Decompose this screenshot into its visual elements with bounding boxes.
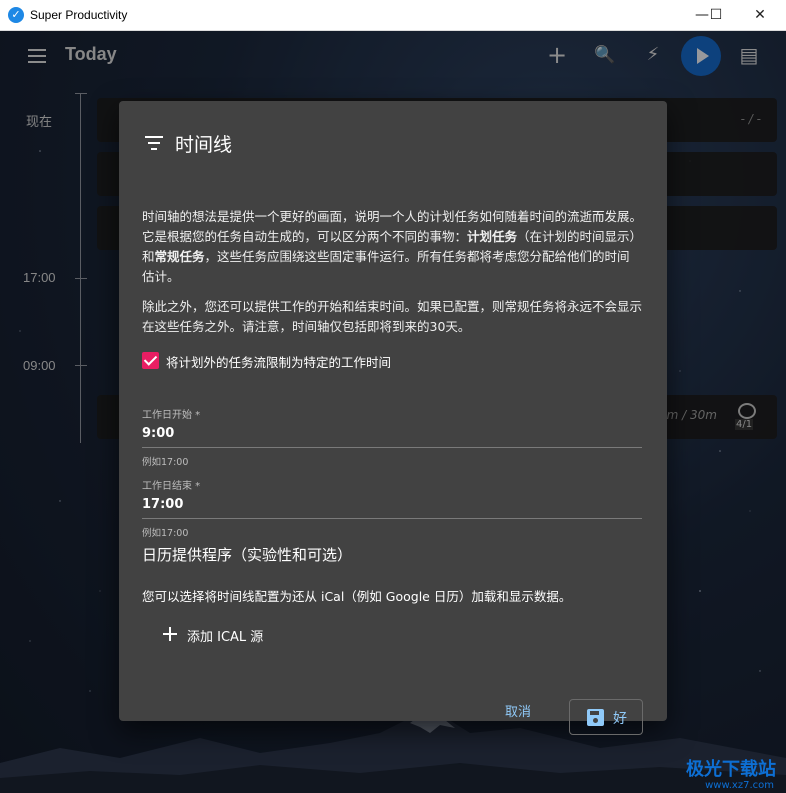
- filter-icon: [145, 136, 163, 150]
- save-icon: [587, 709, 604, 726]
- save-label: 好: [613, 711, 627, 727]
- work-start-input[interactable]: 9:00: [142, 426, 642, 441]
- description-bold: 计划任务: [467, 229, 518, 244]
- dialog-description-2: 除此之外，您还可以提供工作的开始和结束时间。如果已配置，则常规任务将永远不会显示…: [142, 299, 643, 334]
- dialog-description: 时间轴的想法是提供一个更好的画面，说明一个人的计划任务如何随着时间的流逝而发展。…: [142, 207, 642, 287]
- window-title: Super Productivity: [30, 8, 128, 22]
- input-underline: [142, 518, 642, 519]
- work-start-label: 工作日开始 *: [142, 410, 201, 421]
- cancel-button[interactable]: 取消: [505, 701, 531, 720]
- limit-work-hours-checkbox[interactable]: [142, 352, 159, 369]
- app-area: Today + 🔍 ⚡ ▤ 现在 17:00 09:00 - / - m / 3…: [0, 31, 786, 793]
- plus-icon: [163, 627, 177, 641]
- calendar-section-title: 日历提供程序（实验性和可选）: [142, 546, 353, 564]
- work-end-input[interactable]: 17:00: [142, 497, 642, 512]
- dialog-title: 时间线: [175, 134, 233, 156]
- maximize-button[interactable]: ☐: [696, 0, 736, 31]
- save-button[interactable]: 好: [569, 699, 643, 735]
- watermark-logo: 极光下载站: [686, 759, 776, 780]
- description-text: ，这些任务应围绕这些固定事件运行。所有任务都将考虑您分配给他们的时间估计。: [142, 249, 630, 284]
- add-ical-label: 添加 ICAL 源: [187, 630, 264, 645]
- window-titlebar: ✓ Super Productivity — ☐ ✕: [0, 0, 786, 31]
- watermark-url: www.xz7.com: [705, 780, 774, 791]
- work-start-field[interactable]: 工作日开始 * 9:00 例如17:00: [142, 406, 642, 468]
- calendar-section-desc: 您可以选择将时间线配置为还从 iCal（例如 Google 日历）加载和显示数据…: [142, 589, 572, 604]
- work-end-field[interactable]: 工作日结束 * 17:00 例如17:00: [142, 477, 642, 539]
- limit-work-hours-label[interactable]: 将计划外的任务流限制为特定的工作时间: [166, 352, 391, 371]
- work-end-label: 工作日结束 *: [142, 481, 201, 492]
- app-check-icon: ✓: [8, 7, 24, 23]
- description-bold: 常规任务: [154, 249, 205, 264]
- timeline-settings-dialog: 时间线 时间轴的想法是提供一个更好的画面，说明一个人的计划任务如何随着时间的流逝…: [119, 101, 667, 735]
- input-underline: [142, 447, 642, 448]
- work-end-hint: 例如17:00: [142, 528, 189, 539]
- close-button[interactable]: ✕: [740, 0, 780, 31]
- work-start-hint: 例如17:00: [142, 457, 189, 468]
